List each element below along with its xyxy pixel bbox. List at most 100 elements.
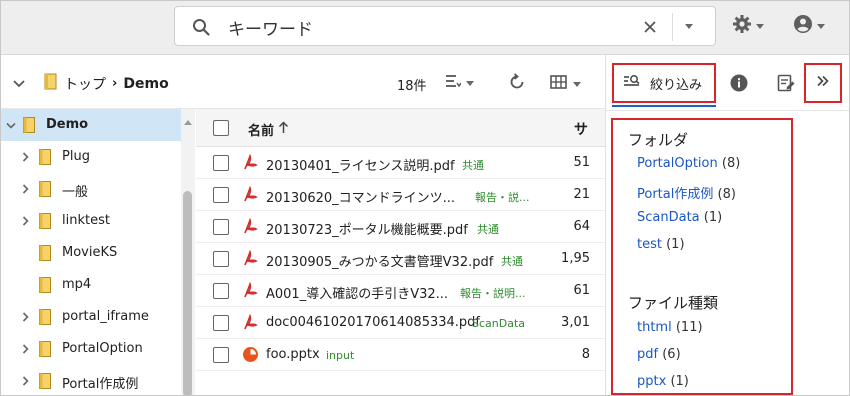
facet-item-label[interactable]: pdf [637,347,658,362]
row-checkbox[interactable] [213,251,229,267]
folder-tag: 共通 [477,223,499,236]
folder-tag: 共通 [501,255,523,268]
row-checkbox[interactable] [213,155,229,171]
tree-item-mp4[interactable]: mp4 [1,269,181,301]
info-icon[interactable] [730,74,748,96]
settings-button[interactable] [732,15,764,37]
file-name[interactable]: 20130620_コマンドラインツ... [266,187,455,206]
facet-item-label[interactable]: PortalOption [637,156,718,171]
column-header-name-label: 名前 [248,124,275,139]
facet-item-count: (11) [675,320,703,335]
tree-item-label: linktest [62,213,110,228]
facet-item-label[interactable]: test [637,237,662,252]
item-count: 18件 [397,79,427,94]
facet-item[interactable]: pptx (1) [637,374,689,389]
facet-item[interactable]: test (1) [637,237,685,252]
chevron-right-icon[interactable] [22,375,30,390]
tree-item-label: PortalOption [62,341,143,356]
facet-item[interactable]: thtml (11) [637,320,703,335]
table-row[interactable]: A001_導入確認の手引きV32... 報告・説明... 61 [196,275,605,307]
tree-item-label: mp4 [62,277,92,292]
chevron-right-icon[interactable] [22,183,30,198]
expand-panel-button[interactable] [804,63,842,103]
column-header-name[interactable]: 名前 [248,120,289,139]
sort-button[interactable] [445,74,474,92]
filter-facets: フォルダ PortalOption (8) Portal作成例 (8) Scan… [611,118,793,395]
gear-icon [732,14,752,38]
tree-item-portal-examples[interactable]: Portal作成例 [1,365,181,395]
search-icon[interactable] [192,18,210,40]
file-name[interactable]: 20130905_みつかる文書管理V32.pdf [266,251,493,270]
breadcrumb-separator-icon: › [112,76,118,91]
scroll-up-arrow-icon[interactable] [184,120,192,125]
chevron-down-icon [817,23,825,29]
tree-item-general[interactable]: 一般 [1,173,181,205]
file-name[interactable]: doc00461020170614085334.pdf [266,315,480,330]
row-checkbox[interactable] [213,187,229,203]
search-box[interactable]: キーワード [174,6,716,46]
chevron-right-icon[interactable] [22,311,30,326]
row-checkbox[interactable] [213,219,229,235]
chevron-right-icon[interactable] [22,215,30,230]
facet-item-label[interactable]: pptx [637,374,666,389]
facet-item-count: (8) [717,187,736,202]
tree-item-portaloption[interactable]: PortalOption [1,333,181,365]
facet-item[interactable]: Portal作成例 (8) [637,183,736,202]
search-input[interactable]: キーワード [228,15,313,40]
folder-icon [39,277,51,297]
file-name[interactable]: foo.pptx [266,347,320,362]
refresh-icon[interactable] [508,73,526,95]
tree-item-linktest[interactable]: linktest [1,205,181,237]
pptx-file-icon [242,346,259,367]
table-row[interactable]: doc00461020170614085334.pdf ScanData 3,0… [196,307,605,339]
row-checkbox[interactable] [213,283,229,299]
table-row[interactable]: 20130401_ライセンス説明.pdf 共通 51 [196,147,605,179]
chevron-right-icon[interactable] [22,343,30,358]
file-name[interactable]: 20130723_ポータル機能概要.pdf [266,219,468,238]
folder-icon [39,341,51,361]
select-all-checkbox[interactable] [213,120,229,136]
tree-scrollbar-thumb[interactable] [183,191,192,395]
table-row[interactable]: 20130723_ポータル機能概要.pdf 共通 64 [196,211,605,243]
file-size: 61 [573,283,590,298]
chevron-down-icon[interactable] [6,119,16,134]
tree-item-plug[interactable]: Plug [1,141,181,173]
account-button[interactable] [793,15,825,37]
view-mode-button[interactable] [550,75,581,93]
facet-item[interactable]: PortalOption (8) [637,156,740,171]
file-name[interactable]: 20130401_ライセンス説明.pdf [266,155,455,174]
tree-item-portal-iframe[interactable]: portal_iframe [1,301,181,333]
close-icon[interactable] [642,19,658,39]
chevron-down-icon[interactable] [685,24,693,29]
row-checkbox[interactable] [213,315,229,331]
file-size: 21 [573,187,590,202]
facet-item-label[interactable]: ScanData [637,210,700,225]
pdf-file-icon [242,313,259,335]
table-row[interactable]: 20130620_コマンドラインツ... 報告・説... 21 [196,179,605,211]
tab-filter[interactable]: 絞り込み [612,63,716,103]
facet-item[interactable]: ScanData (1) [637,210,722,225]
facet-item[interactable]: pdf (6) [637,347,681,362]
table-row[interactable]: 20130905_みつかる文書管理V32.pdf 共通 1,95 [196,243,605,275]
file-size: 1,95 [561,251,590,266]
facet-item-label[interactable]: Portal作成例 [637,187,713,202]
breadcrumb-current[interactable]: Demo [123,76,168,92]
breadcrumb-root[interactable]: トップ [64,74,106,94]
file-size: 51 [573,155,590,170]
folder-tag: 共通 [462,159,484,172]
collapse-tree-chevron-icon[interactable] [13,77,25,92]
column-header-size[interactable]: サ [574,119,588,139]
row-checkbox[interactable] [213,347,229,363]
tree-item-demo[interactable]: Demo [1,109,181,141]
edit-properties-icon[interactable] [777,74,795,96]
double-chevron-right-icon [816,75,830,91]
pdf-file-icon [242,281,259,303]
tab-filter-label: 絞り込み [650,77,703,93]
chevron-right-icon[interactable] [22,151,30,166]
facet-item-label[interactable]: thtml [637,320,672,335]
tree-item-movieks[interactable]: MovieKS [1,237,181,269]
folder-tag: 報告・説... [475,191,530,204]
file-name[interactable]: A001_導入確認の手引きV32... [266,283,448,302]
tree-item-label: Demo [46,117,89,132]
table-row[interactable]: foo.pptx input 8 [196,339,605,371]
